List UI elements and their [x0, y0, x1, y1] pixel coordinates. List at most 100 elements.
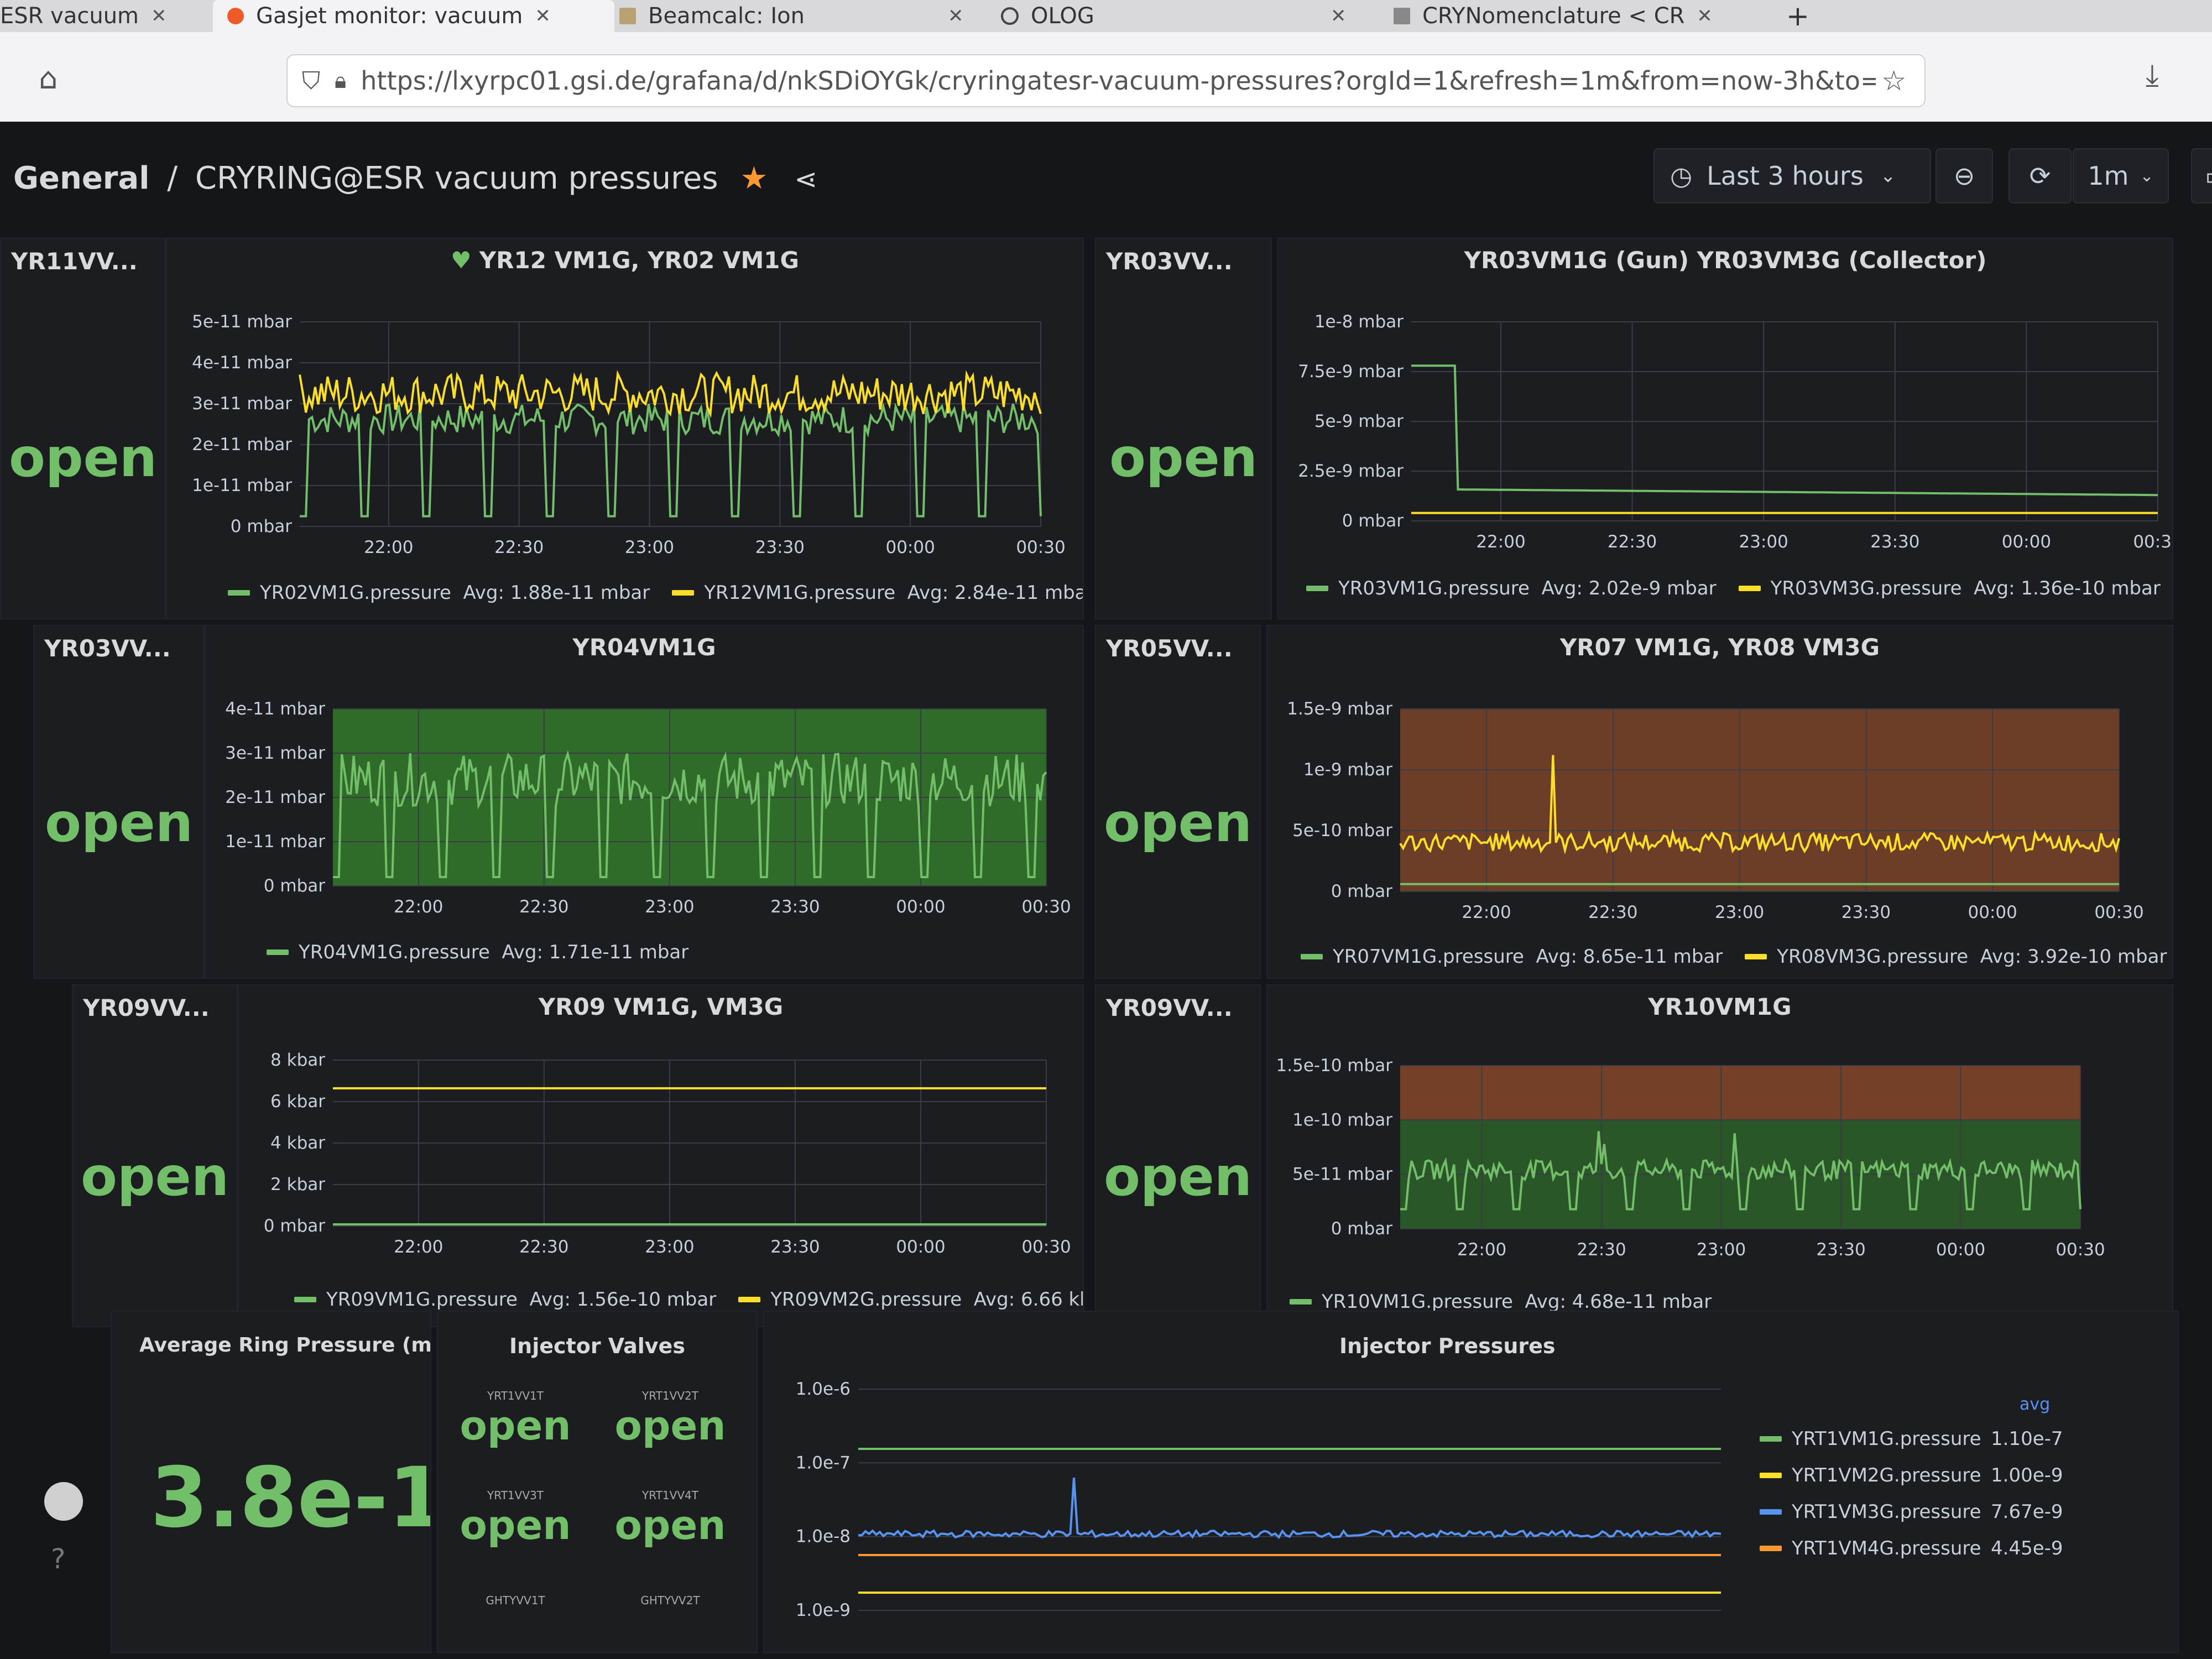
valve-stat[interactable]: YRT1VV4T open: [604, 1489, 737, 1548]
y-tick-label: 8 kbar: [270, 1050, 325, 1070]
stat-panel[interactable]: YR03VV... open: [33, 625, 205, 979]
help-icon[interactable]: ?: [51, 1543, 66, 1575]
chart-6[interactable]: 1.0e-9 1.0e-8 1.0e-7 1.0e-6: [764, 1312, 1738, 1644]
panel-title[interactable]: Average Ring Pressure (m...: [139, 1334, 430, 1357]
browser-tab-active[interactable]: Gasjet monitor: vacuum ✕: [213, 0, 614, 32]
graph-panel[interactable]: YR07 VM1G, YR08 VM3G 0 mbar 5e-10 mbar 1e-…: [1266, 625, 2173, 979]
legend-value: Avg: 1.71e-11 mbar: [502, 941, 689, 963]
x-tick-label: 22:30: [494, 538, 544, 557]
legend-item[interactable]: YRT1VM3G.pressure 7.67e-9: [1760, 1501, 2063, 1523]
close-icon[interactable]: ✕: [535, 5, 551, 27]
new-tab-button[interactable]: +: [1786, 0, 1819, 32]
graph-panel[interactable]: YR03VM1G (Gun) YR03VM3G (Collector) 0 mb…: [1277, 238, 2173, 619]
zoom-out-button[interactable]: ⊖: [1936, 148, 1993, 204]
valve-stat[interactable]: YRT1VV1T open: [449, 1389, 582, 1449]
share-icon[interactable]: ⋖: [794, 163, 817, 195]
legend-item[interactable]: YRT1VM4G.pressure 4.45e-9: [1760, 1537, 2063, 1559]
browser-toolbar: ⌂ ⛉ 🔒︎ https://lxyrpc01.gsi.de/grafana/d…: [0, 32, 2212, 122]
home-icon[interactable]: ⌂: [39, 61, 58, 96]
legend-item[interactable]: YRT1VM1G.pressure 1.10e-7: [1760, 1428, 2063, 1450]
chevron-down-icon: ⌄: [2140, 166, 2154, 186]
tv-mode-button[interactable]: ▭: [2191, 148, 2212, 204]
chart-3[interactable]: 0 mbar 5e-10 mbar 1e-9 mbar 1.5e-9 mbar 22:0…: [1267, 626, 2173, 941]
refresh-button[interactable]: ⟳: [2008, 148, 2072, 204]
graph-panel[interactable]: YR09 VM1G, VM3G 0 mbar 2 kbar 4 kbar 6 kbar…: [238, 984, 1084, 1327]
chart-2[interactable]: 0 mbar 1e-11 mbar 2e-11 mbar 3e-11 mbar 4e-1…: [206, 626, 1084, 936]
valve-value: open: [614, 1502, 726, 1548]
panel-title[interactable]: YR09VV...: [1106, 994, 1233, 1021]
panel-title[interactable]: YR09VV...: [83, 994, 210, 1021]
legend-value: Avg: 6.66 kbar: [973, 1288, 1083, 1311]
injector-pressures-panel[interactable]: Injector Pressures 1.0e-9 1.0e-8 1.0e-7 1.0…: [763, 1311, 2179, 1653]
close-icon[interactable]: ✕: [151, 5, 167, 27]
stat-panel[interactable]: YR05VV... open: [1095, 625, 1261, 979]
close-icon[interactable]: ✕: [1331, 5, 1347, 27]
panel-title[interactable]: YR05VV...: [1106, 635, 1233, 662]
legend-item[interactable]: YR03VM3G.pressure Avg: 1.36e-10 mbar: [1738, 577, 2161, 599]
stat-panel[interactable]: YR11VV... open: [0, 238, 166, 619]
close-icon[interactable]: ✕: [1697, 5, 1713, 27]
time-range-picker[interactable]: ◷ Last 3 hours ⌄: [1653, 148, 1931, 204]
breadcrumb-separator: /: [167, 160, 178, 196]
lock-icon[interactable]: 🔒︎: [335, 68, 346, 93]
stat-panel[interactable]: YR03VV... open: [1095, 238, 1272, 619]
x-tick-label: 22:30: [1608, 532, 1657, 552]
panel-title[interactable]: Injector Valves: [438, 1334, 757, 1358]
breadcrumb-folder[interactable]: General: [13, 160, 149, 196]
valve-stat[interactable]: GHTYVV2T: [604, 1594, 737, 1607]
legend-value: 1.00e-9: [1991, 1464, 2063, 1486]
series-line: [299, 370, 1042, 418]
legend-item[interactable]: YR07VM1G.pressure Avg: 8.65e-11 mbar: [1301, 946, 1723, 968]
legend-item[interactable]: YR02VM1G.pressure Avg: 1.88e-11 mbar: [228, 582, 650, 604]
browser-tab[interactable]: CRYNomenclature < CR ✕: [1388, 0, 1770, 32]
legend-item[interactable]: YR12VM1G.pressure Avg: 2.84e-11 mbar: [672, 582, 1084, 604]
chart-4[interactable]: 0 mbar 2 kbar 4 kbar 6 kbar 8 kbar 22:00 22:30…: [239, 985, 1084, 1284]
chart-1[interactable]: 0 mbar 2.5e-9 mbar 5e-9 mbar 7.5e-9 mbar 1e-…: [1279, 239, 2173, 571]
graph-panel[interactable]: ♥ YR12 VM1G, YR02 VM1G 0 mbar 1e-11 mbar 2e…: [166, 238, 1084, 619]
y-tick-label: 1.0e-7: [796, 1453, 851, 1473]
browser-tab[interactable]: ESR vacuum ✕: [0, 0, 205, 32]
legend: YR09VM1G.pressure Avg: 1.56e-10 mbar YR0…: [294, 1288, 1083, 1311]
valve-stat[interactable]: YRT1VV2T open: [604, 1389, 737, 1449]
x-tick-label: 22:00: [1476, 532, 1525, 552]
legend-value: Avg: 2.84e-11 mbar: [907, 582, 1084, 604]
legend-item[interactable]: YR08VM3G.pressure Avg: 3.92e-10 mbar: [1745, 946, 2167, 968]
bookmark-star-icon[interactable]: ☆: [1881, 65, 1906, 97]
download-icon[interactable]: ⤓: [2146, 58, 2159, 93]
chart-5[interactable]: 0 mbar 5e-11 mbar 1e-10 mbar 1.5e-10 mbar 22…: [1267, 985, 2173, 1284]
series-line: [1411, 364, 2158, 497]
valve-stat[interactable]: YRT1VV3T open: [449, 1489, 582, 1548]
monitor-icon: ▭: [2205, 161, 2212, 191]
address-bar[interactable]: ⛉ 🔒︎ https://lxyrpc01.gsi.de/grafana/d/n…: [286, 54, 1926, 107]
injector-valves-panel[interactable]: Injector Valves YRT1VV1T open YRT1VV2T o…: [437, 1311, 758, 1653]
legend-item[interactable]: YR03VM1G.pressure Avg: 2.02e-9 mbar: [1306, 577, 1717, 599]
chart-0[interactable]: 0 mbar 1e-11 mbar 2e-11 mbar 3e-11 mbar 4e-1…: [167, 239, 1084, 571]
graph-panel[interactable]: YR04VM1G 0 mbar 1e-11 mbar 2e-11 mbar 3e-11…: [205, 625, 1084, 979]
browser-tab[interactable]: Beamcalc: Ion ✕: [608, 0, 995, 32]
stat-panel[interactable]: YR09VV... open: [72, 984, 238, 1327]
url-text[interactable]: https://lxyrpc01.gsi.de/grafana/d/nkSDiO…: [361, 66, 1876, 96]
legend-item[interactable]: YR09VM1G.pressure Avg: 1.56e-10 mbar: [294, 1288, 716, 1311]
panel-title[interactable]: YR03VV...: [44, 635, 171, 662]
stat-panel-average-ring-pressure[interactable]: Average Ring Pressure (m... 3.8e-10: [111, 1311, 431, 1653]
valve-stat[interactable]: GHTYVV1T: [449, 1594, 582, 1607]
stat-panel[interactable]: YR09VV... open: [1095, 984, 1261, 1327]
graph-panel[interactable]: YR10VM1G 0 mbar 5e-11 mbar 1e-10 mbar 1.5e-…: [1266, 984, 2173, 1327]
tab-label: Beamcalc: Ion: [648, 3, 805, 29]
browser-tab[interactable]: OLOG ✕: [995, 0, 1366, 32]
legend-item[interactable]: YR10VM1G.pressure Avg: 4.68e-11 mbar: [1290, 1291, 1712, 1313]
legend-item[interactable]: YR09VM2G.pressure Avg: 6.66 kbar: [738, 1288, 1083, 1311]
panel-title[interactable]: YR11VV...: [11, 248, 138, 275]
legend-item[interactable]: YR04VM1G.pressure Avg: 1.71e-11 mbar: [267, 941, 688, 963]
dashboard-title[interactable]: CRYRING@ESR vacuum pressures: [195, 160, 718, 196]
legend-item[interactable]: YRT1VM2G.pressure 1.00e-9: [1760, 1464, 2063, 1486]
y-tick-label: 1e-9 mbar: [1303, 760, 1392, 780]
user-avatar[interactable]: [44, 1482, 83, 1521]
favorite-star-icon[interactable]: ★: [740, 160, 768, 196]
legend: YR04VM1G.pressure Avg: 1.71e-11 mbar: [267, 941, 711, 963]
y-tick-label: 2e-11 mbar: [225, 787, 325, 807]
close-icon[interactable]: ✕: [948, 5, 964, 27]
panel-title[interactable]: YR03VV...: [1106, 248, 1233, 275]
refresh-interval-picker[interactable]: 1m ⌄: [2073, 148, 2169, 204]
shield-icon[interactable]: ⛉: [302, 67, 320, 95]
